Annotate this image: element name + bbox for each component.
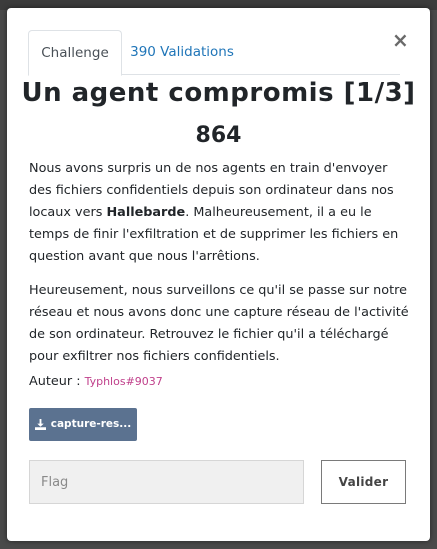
author-name: Typhlos#9037 <box>84 375 163 388</box>
description-bold-target: Hallebarde <box>106 205 186 220</box>
challenge-description: Nous avons surpris un de nos agents en t… <box>29 158 409 380</box>
tabs-divider <box>121 74 400 75</box>
author-line: Auteur : Typhlos#9037 <box>29 374 163 389</box>
close-icon[interactable]: × <box>392 30 409 50</box>
download-file-label: capture-res... <box>50 418 132 430</box>
modal-tabs: Challenge 390 Validations <box>28 30 400 76</box>
download-icon <box>34 419 46 430</box>
description-paragraph-1: Nous avons surpris un de nos agents en t… <box>29 158 409 268</box>
submit-button[interactable]: Valider <box>321 460 406 504</box>
description-paragraph-2: Heureusement, nous surveillons ce qu'il … <box>29 283 409 364</box>
challenge-points: 864 <box>195 123 242 148</box>
author-label: Auteur : <box>29 374 85 389</box>
tab-validations[interactable]: 390 Validations <box>124 30 240 74</box>
download-file-button[interactable]: capture-res... <box>29 408 137 441</box>
challenge-title: Un agent compromis [1/3] <box>21 78 416 108</box>
flag-input[interactable] <box>29 460 304 504</box>
tab-challenge[interactable]: Challenge <box>28 30 122 76</box>
